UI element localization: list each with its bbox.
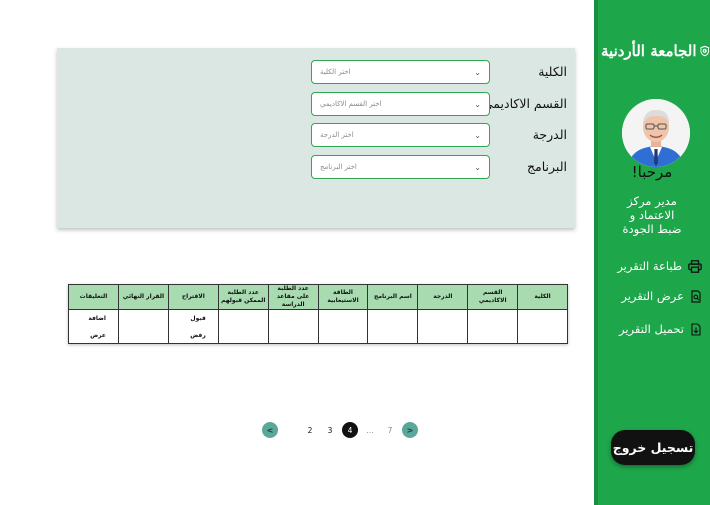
chevron-down-icon: ⌄	[474, 99, 481, 109]
degree-select[interactable]: ⌄ اختر الدرجة	[311, 123, 490, 147]
view-report-icon	[691, 289, 701, 303]
download-report-icon	[691, 322, 701, 336]
university-crest-icon	[699, 45, 709, 57]
printer-icon	[688, 259, 702, 273]
col-department: القسم الاكاديمي	[467, 284, 519, 310]
program-placeholder: اختر البرنامج	[320, 163, 357, 171]
degree-placeholder: اختر الدرجة	[320, 131, 354, 139]
user-avatar-icon	[622, 99, 690, 167]
page-3-button[interactable]: 3	[322, 422, 338, 438]
degree-label: الدرجة	[532, 127, 567, 142]
cell-final-decision	[118, 309, 169, 344]
role-line-1: مدير مركز	[627, 194, 677, 208]
cell-department	[467, 309, 519, 344]
university-logo: الجامعة الأردنية	[601, 36, 709, 66]
page-2-button[interactable]: 2	[302, 422, 318, 438]
cell-comments: اضافة عرض	[68, 309, 119, 344]
col-degree: الدرجة	[417, 284, 469, 310]
add-comment-link[interactable]: اضافة	[73, 315, 106, 322]
faculty-placeholder: اختر الكلية	[320, 68, 351, 76]
program-label: البرنامج	[526, 159, 567, 174]
avatar	[622, 99, 690, 167]
department-select[interactable]: ⌄ اختر القسم الاكاديمي	[311, 92, 490, 116]
filter-row-department: القسم الاكاديمي ⌄ اختر القسم الاكاديمي	[57, 92, 575, 116]
col-final-decision: القرار النهائي	[118, 284, 169, 310]
cell-degree	[417, 309, 469, 344]
user-role: مدير مركز الاعتماد و ضبط الجودة	[598, 194, 706, 236]
reject-option[interactable]: رفض	[173, 332, 206, 339]
report-table: الكلية القسم الاكاديمي الدرجة اسم البرنا…	[68, 284, 568, 344]
page-ellipsis: ...	[366, 425, 374, 435]
logout-button[interactable]: تسجيل خروج	[611, 430, 695, 465]
chevron-down-icon: ⌄	[474, 67, 481, 77]
role-line-3: ضبط الجودة	[622, 222, 682, 236]
prev-page-button[interactable]: <	[262, 422, 278, 438]
col-comments: التعليقات	[68, 284, 119, 310]
print-report-label: طباعة التقرير	[617, 259, 682, 273]
department-label: القسم الاكاديمي	[482, 96, 567, 111]
col-admissible-students: عدد الطلبة الممكن قبولهم	[217, 284, 269, 310]
chevron-down-icon: ⌄	[474, 130, 481, 140]
filter-row-degree: الدرجة ⌄ اختر الدرجة	[57, 123, 575, 147]
next-page-button[interactable]: >	[402, 422, 418, 438]
cell-faculty	[517, 309, 568, 344]
cell-program-name	[367, 309, 419, 344]
page-7-button[interactable]: 7	[382, 422, 398, 438]
cell-admissible-students	[217, 309, 269, 344]
cell-suggestion: قبول رفض	[167, 309, 219, 344]
role-line-2: الاعتماد و	[629, 208, 675, 222]
col-enrolled-students: عدد الطلبة على مقاعد الدراسة	[267, 284, 319, 310]
menu-item-view-report[interactable]: عرض التقرير	[610, 287, 702, 305]
filter-panel: الكلية ⌄ اختر الكلية القسم الاكاديمي ⌄ ا…	[57, 48, 575, 228]
filter-row-faculty: الكلية ⌄ اختر الكلية	[57, 60, 575, 84]
view-report-label: عرض التقرير	[621, 289, 684, 303]
col-program-name: اسم البرنامج	[367, 284, 419, 310]
faculty-label: الكلية	[538, 64, 567, 79]
view-comment-link[interactable]: عرض	[73, 332, 106, 339]
sidebar: الجامعة الأردنية مرحبا! مدير مركز الاعتم…	[594, 0, 710, 505]
chevron-down-icon: ⌄	[474, 162, 481, 172]
col-faculty: الكلية	[517, 284, 568, 310]
report-page: الكلية ⌄ اختر الكلية القسم الاكاديمي ⌄ ا…	[0, 0, 710, 505]
accept-option[interactable]: قبول	[173, 315, 205, 322]
menu-item-print-report[interactable]: طباعة التقرير	[610, 257, 702, 275]
welcome-text: مرحبا!	[631, 163, 673, 181]
download-report-label: تحميل التقرير	[619, 322, 684, 336]
filter-row-program: البرنامج ⌄ اختر البرنامج	[57, 155, 575, 179]
cell-capacity	[317, 309, 369, 344]
program-select[interactable]: ⌄ اختر البرنامج	[311, 155, 490, 179]
table-header-row: الكلية القسم الاكاديمي الدرجة اسم البرنا…	[68, 284, 568, 310]
col-capacity: الطاقة الاستيعابية	[317, 284, 369, 310]
page-4-button[interactable]: 4	[342, 422, 358, 438]
cell-enrolled-students	[267, 309, 319, 344]
university-logo-text: الجامعة الأردنية	[601, 42, 697, 60]
table-row: قبول رفض اضافة عرض	[68, 309, 568, 344]
menu-item-download-report[interactable]: تحميل التقرير	[610, 320, 702, 338]
faculty-select[interactable]: ⌄ اختر الكلية	[311, 60, 490, 84]
department-placeholder: اختر القسم الاكاديمي	[320, 100, 382, 108]
col-suggestion: الاقتراح	[167, 284, 219, 310]
